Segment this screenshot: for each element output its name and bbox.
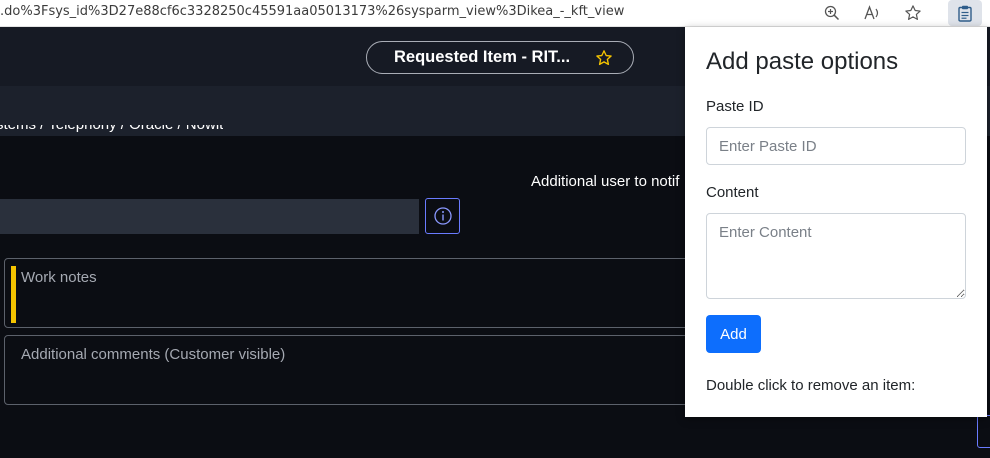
additional-comments-placeholder: Additional comments (Customer visible) (21, 346, 286, 363)
browser-address-bar: .do%3Fsys_id%3D27e88cf6c3328250c45591aa0… (0, 0, 990, 27)
record-title: Requested Item - RIT... (394, 48, 571, 66)
additional-comments-field[interactable]: Additional comments (Customer visible) (4, 335, 704, 405)
info-button[interactable] (425, 198, 460, 234)
content-label: Content (706, 184, 759, 201)
popup-title: Add paste options (706, 48, 899, 75)
record-title-pill[interactable]: Requested Item - RIT... (366, 41, 634, 74)
breadcrumb: stems / Telephony / Oracle / Nowit (0, 125, 223, 136)
additional-user-label: Additional user to notif (531, 173, 680, 190)
partial-button[interactable] (977, 415, 990, 448)
address-url[interactable]: .do%3Fsys_id%3D27e88cf6c3328250c45591aa0… (0, 4, 624, 19)
paste-id-label: Paste ID (706, 98, 764, 115)
paste-id-input[interactable] (706, 127, 966, 165)
info-icon (433, 207, 452, 225)
clipboard-extension-icon[interactable] (948, 0, 982, 26)
remove-item-hint: Double click to remove an item: (706, 377, 916, 394)
breadcrumb-text: stems / Telephony / Oracle / Nowit (0, 125, 223, 133)
content-textarea[interactable] (706, 213, 966, 299)
reference-input[interactable] (0, 199, 419, 234)
work-notes-field[interactable]: Work notes (4, 258, 704, 328)
paste-options-popup: Add paste options Paste ID Content Add D… (685, 27, 987, 417)
favorite-star-icon[interactable] (595, 49, 613, 72)
read-aloud-icon[interactable] (862, 2, 884, 24)
work-notes-placeholder: Work notes (21, 269, 97, 286)
zoom-icon[interactable] (821, 2, 843, 24)
add-button[interactable]: Add (706, 315, 761, 353)
work-notes-indicator (11, 266, 16, 323)
favorite-star-icon[interactable] (902, 2, 924, 24)
